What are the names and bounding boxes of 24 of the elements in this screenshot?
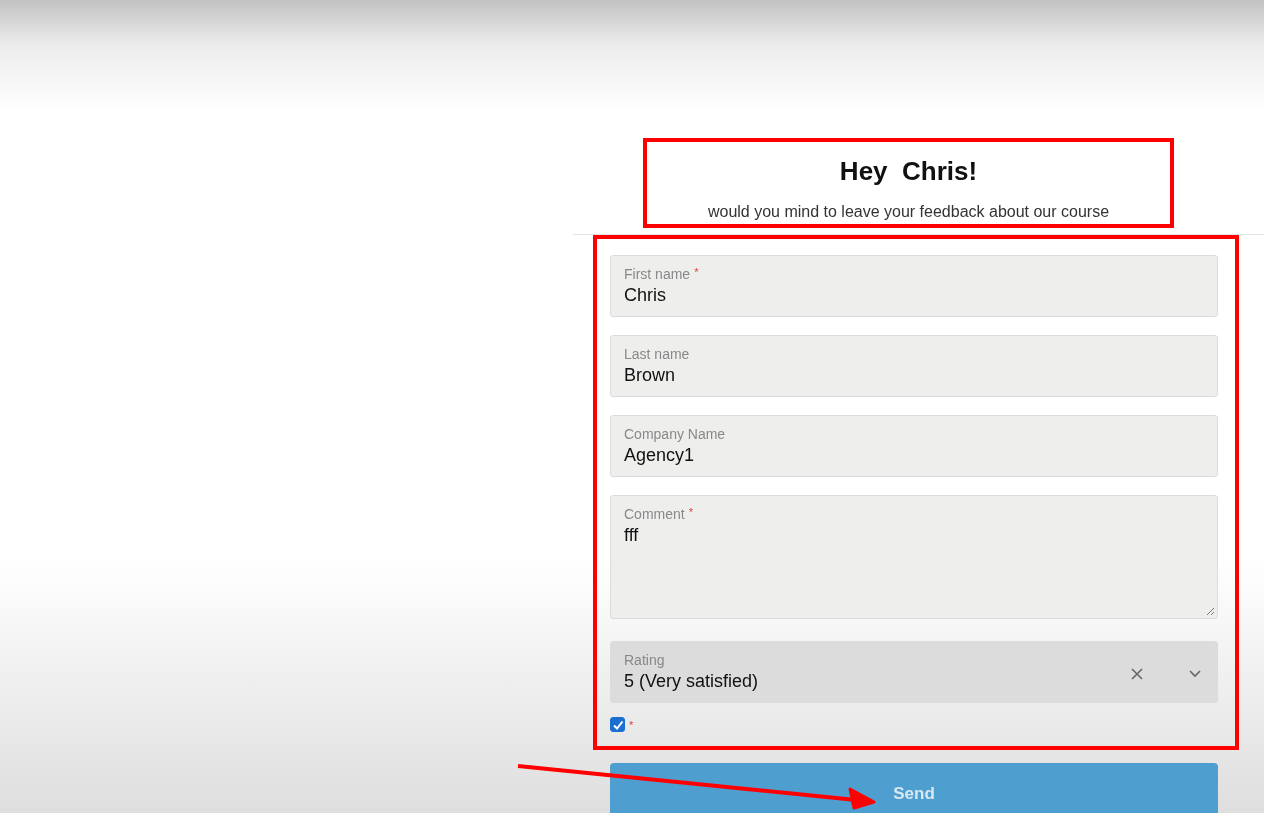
- field-label: Rating: [624, 652, 665, 668]
- field-value: fff: [624, 525, 640, 546]
- chevron-down-icon[interactable]: [1189, 670, 1201, 678]
- rating-select[interactable]: Rating 5 (Very satisfied): [610, 641, 1218, 703]
- required-mark: *: [688, 506, 693, 520]
- field-label: Company Name: [624, 426, 726, 442]
- field-value: Agency1: [624, 445, 696, 466]
- field-value: Brown: [624, 365, 677, 386]
- greeting-title: Hey Chris!: [839, 156, 978, 187]
- comment-field[interactable]: Comment * fff: [610, 495, 1218, 619]
- resize-grip-icon[interactable]: [1206, 607, 1215, 616]
- required-mark: *: [629, 718, 634, 731]
- greeting-subtitle: would you mind to leave your feedback about our course: [707, 203, 1110, 221]
- field-label: First name: [624, 266, 691, 282]
- checkbox[interactable]: [610, 717, 625, 732]
- field-value: Chris: [624, 285, 667, 306]
- required-mark: *: [694, 266, 699, 280]
- clear-icon[interactable]: [1131, 668, 1143, 680]
- field-value: 5 (Very satisfied): [624, 671, 760, 692]
- input-field[interactable]: Company Name Agency1: [610, 415, 1218, 477]
- field-label: Last name: [624, 346, 690, 362]
- input-field[interactable]: First name * Chris: [610, 255, 1218, 317]
- field-label: Comment: [624, 506, 685, 522]
- input-field[interactable]: Last name Brown: [610, 335, 1218, 397]
